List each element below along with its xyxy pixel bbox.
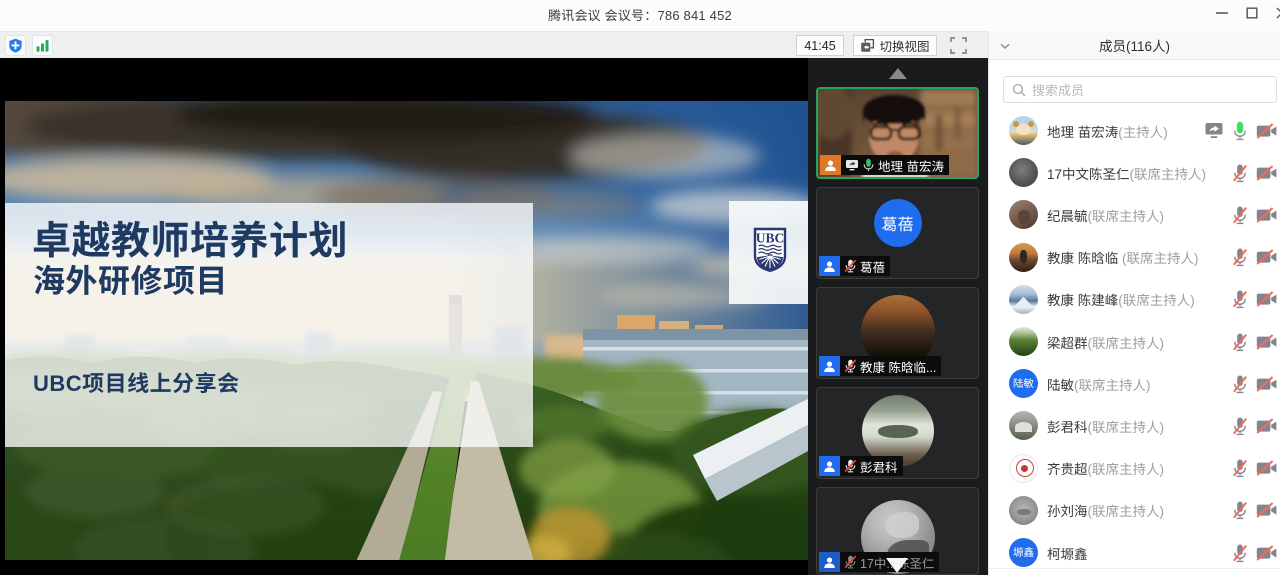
svg-text:UBC: UBC	[756, 231, 785, 246]
